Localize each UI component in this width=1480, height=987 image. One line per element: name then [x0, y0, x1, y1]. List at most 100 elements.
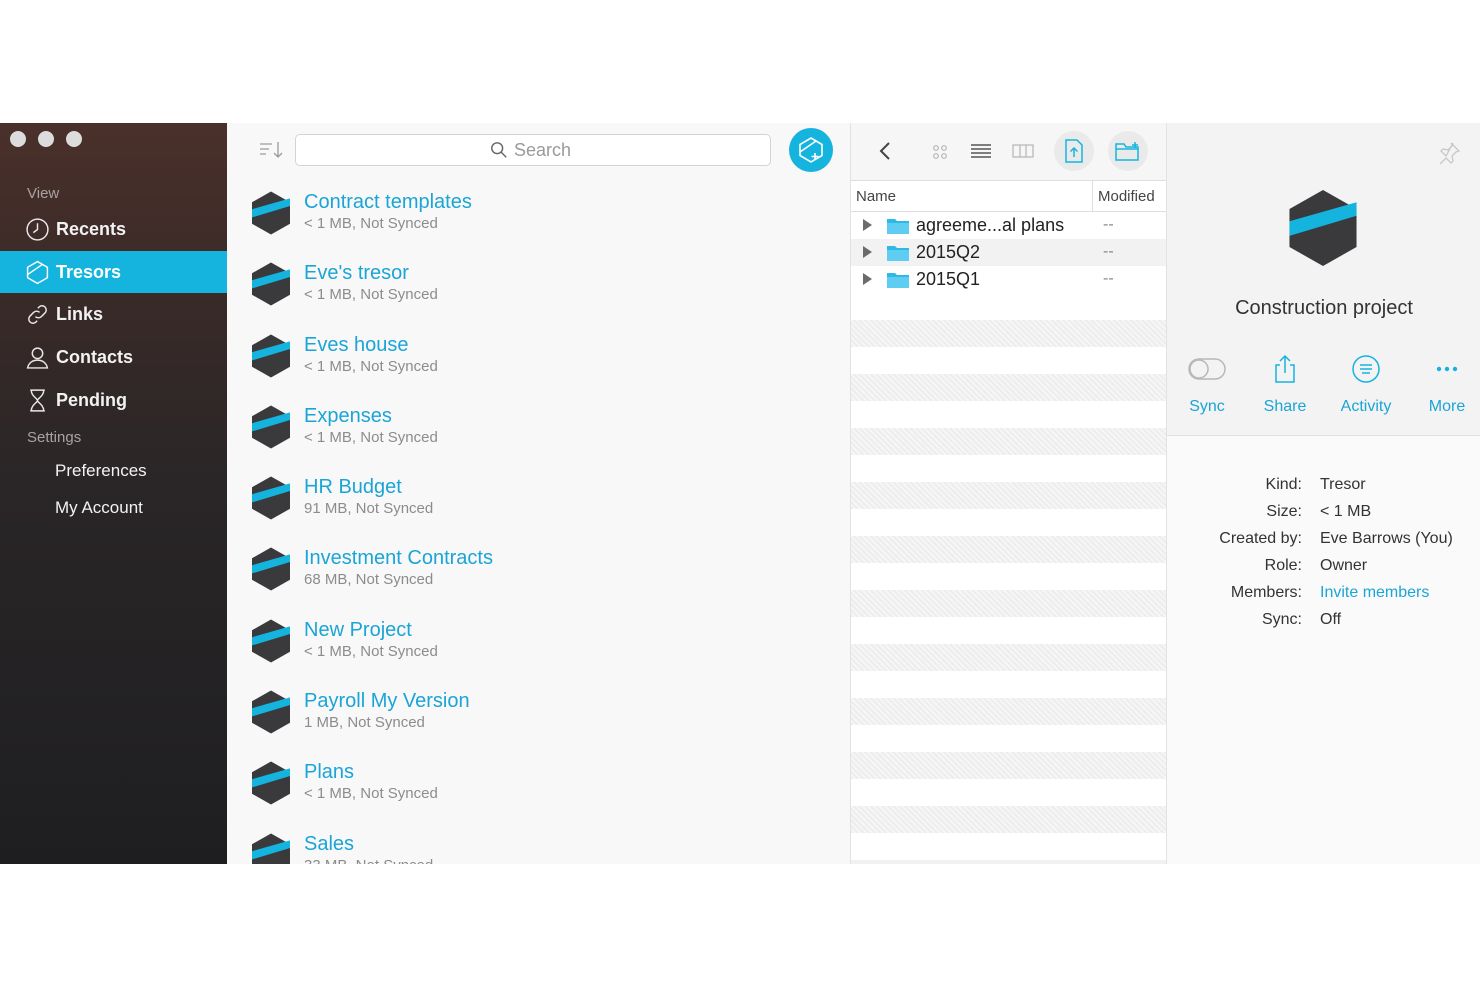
more-action[interactable]: More — [1407, 351, 1480, 416]
empty-row — [851, 725, 1167, 752]
sync-action[interactable]: Sync — [1167, 351, 1247, 416]
tresor-name: Eve's tresor — [304, 262, 409, 285]
detail-properties: Kind: Tresor Size: < 1 MB Created by: Eve Bar… — [1167, 476, 1480, 638]
tresor-list-item[interactable]: Sales 33 MB, Not Synced — [227, 824, 850, 864]
tresor-logo-icon — [252, 761, 290, 805]
close-window-button[interactable] — [10, 131, 26, 147]
empty-row — [851, 752, 1167, 779]
add-tresor-button[interactable] — [789, 128, 833, 172]
tresor-list-item[interactable]: HR Budget 91 MB, Not Synced — [227, 467, 850, 538]
invite-members-link[interactable]: Invite members — [1320, 584, 1429, 602]
pin-button[interactable] — [1437, 141, 1461, 165]
property-row: Created by: Eve Barrows (You) — [1167, 530, 1480, 557]
list-view-button[interactable] — [969, 140, 993, 162]
grid-icon — [933, 145, 947, 159]
column-header-name[interactable]: Name — [856, 188, 896, 205]
tresor-meta: 68 MB, Not Synced — [304, 571, 434, 589]
minimize-window-button[interactable] — [38, 131, 54, 147]
back-button[interactable] — [875, 139, 895, 163]
list-icon — [971, 144, 991, 158]
file-row[interactable]: 2015Q2 -- — [851, 239, 1167, 266]
disclosure-triangle-icon[interactable] — [863, 273, 872, 285]
tresor-logo-icon — [252, 761, 290, 805]
upload-button[interactable] — [1054, 131, 1094, 171]
disclosure-triangle-icon[interactable] — [863, 219, 872, 231]
sidebar-item-pending[interactable]: Pending — [0, 379, 227, 421]
tresor-meta: 33 MB, Not Synced — [304, 857, 433, 864]
tresor-logo — [1289, 190, 1357, 266]
tresor-logo-icon — [252, 476, 290, 520]
tresor-logo-icon — [252, 619, 290, 663]
tresor-meta: 1 MB, Not Synced — [304, 714, 425, 732]
sidebar-item-contacts[interactable]: Contacts — [0, 336, 227, 378]
file-browser-toolbar — [851, 123, 1167, 180]
property-key: Kind: — [1265, 476, 1302, 493]
sidebar-item-label: Recents — [56, 218, 127, 239]
empty-row — [851, 671, 1167, 698]
upload-file-icon — [1065, 139, 1083, 163]
tresor-meta: < 1 MB, Not Synced — [304, 357, 438, 375]
zoom-window-button[interactable] — [66, 131, 82, 147]
tresor-name: Expenses — [304, 404, 392, 427]
sidebar-item-tresors[interactable]: Tresors — [0, 251, 227, 293]
folder-icon — [886, 216, 910, 235]
sidebar-item-label: Links — [56, 303, 104, 324]
search-field[interactable] — [295, 134, 771, 166]
tresor-list-item[interactable]: Eve's tresor < 1 MB, Not Synced — [227, 253, 850, 324]
column-view-button[interactable] — [1011, 140, 1035, 162]
toggle-icon — [1188, 358, 1226, 380]
search-input[interactable] — [514, 139, 576, 161]
new-folder-button[interactable] — [1108, 131, 1148, 171]
tresor-name: Eves house — [304, 333, 409, 356]
property-row: Kind: Tresor — [1167, 476, 1480, 503]
file-browser-pane: Name Modified agreeme...al plans -- 2015Q2… — [850, 123, 1167, 864]
add-tresor-icon — [799, 137, 823, 163]
sidebar-item-label: Tresors — [56, 261, 122, 282]
sidebar-item-preferences[interactable]: Preferences — [55, 461, 147, 481]
sidebar-item-recents[interactable]: Recents — [0, 208, 227, 250]
tresor-icon — [26, 260, 49, 284]
file-modified: -- — [1103, 243, 1114, 260]
tresor-list-item[interactable]: Expenses < 1 MB, Not Synced — [227, 396, 850, 467]
folder-icon — [887, 219, 909, 234]
tresor-logo-icon — [252, 833, 290, 864]
empty-row — [851, 779, 1167, 806]
property-value: Owner — [1320, 557, 1368, 574]
empty-row — [851, 455, 1167, 482]
tresor-name: Plans — [304, 761, 355, 784]
sort-icon — [260, 142, 283, 158]
file-row[interactable]: agreeme...al plans -- — [851, 212, 1167, 239]
property-row: Sync: Off — [1167, 611, 1480, 638]
sort-button[interactable] — [259, 140, 283, 160]
sidebar-item-my-account[interactable]: My Account — [55, 498, 143, 518]
share-action[interactable]: Share — [1245, 351, 1325, 416]
empty-row — [851, 347, 1167, 374]
disclosure-triangle-icon[interactable] — [863, 246, 872, 258]
tresor-name: Sales — [304, 832, 355, 855]
folder-icon — [887, 246, 909, 261]
icon-view-button[interactable] — [929, 141, 951, 163]
tresor-logo-icon — [252, 334, 290, 378]
tresor-list-item[interactable]: Eves house < 1 MB, Not Synced — [227, 325, 850, 396]
tresor-name: Investment Contracts — [304, 547, 493, 570]
column-header-modified[interactable]: Modified — [1098, 188, 1155, 205]
tresor-logo-icon — [252, 547, 290, 592]
tresor-list-item[interactable]: Plans < 1 MB, Not Synced — [227, 752, 850, 823]
tresor-logo-icon — [252, 262, 290, 306]
folder-icon — [886, 270, 910, 289]
tresor-list-item[interactable]: Investment Contracts 68 MB, Not Synced — [227, 538, 850, 609]
detail-actions: Sync Share Activity More — [1167, 351, 1480, 421]
sidebar-item-links[interactable]: Links — [0, 293, 227, 335]
activity-action[interactable]: Activity — [1326, 351, 1406, 416]
tresor-list-item[interactable]: Payroll My Version 1 MB, Not Synced — [227, 681, 850, 752]
folder-icon — [886, 243, 910, 262]
empty-row — [851, 590, 1167, 617]
tresor-list-item[interactable]: Contract templates < 1 MB, Not Synced — [227, 182, 850, 253]
tresor-logo-icon — [252, 690, 290, 734]
file-modified: -- — [1103, 216, 1114, 233]
file-row[interactable]: 2015Q1 -- — [851, 266, 1167, 293]
tresor-list-item[interactable]: New Project < 1 MB, Not Synced — [227, 610, 850, 681]
tresor-meta: < 1 MB, Not Synced — [304, 642, 438, 660]
file-name: agreeme...al plans — [916, 215, 1065, 235]
property-key: Sync: — [1261, 611, 1302, 628]
